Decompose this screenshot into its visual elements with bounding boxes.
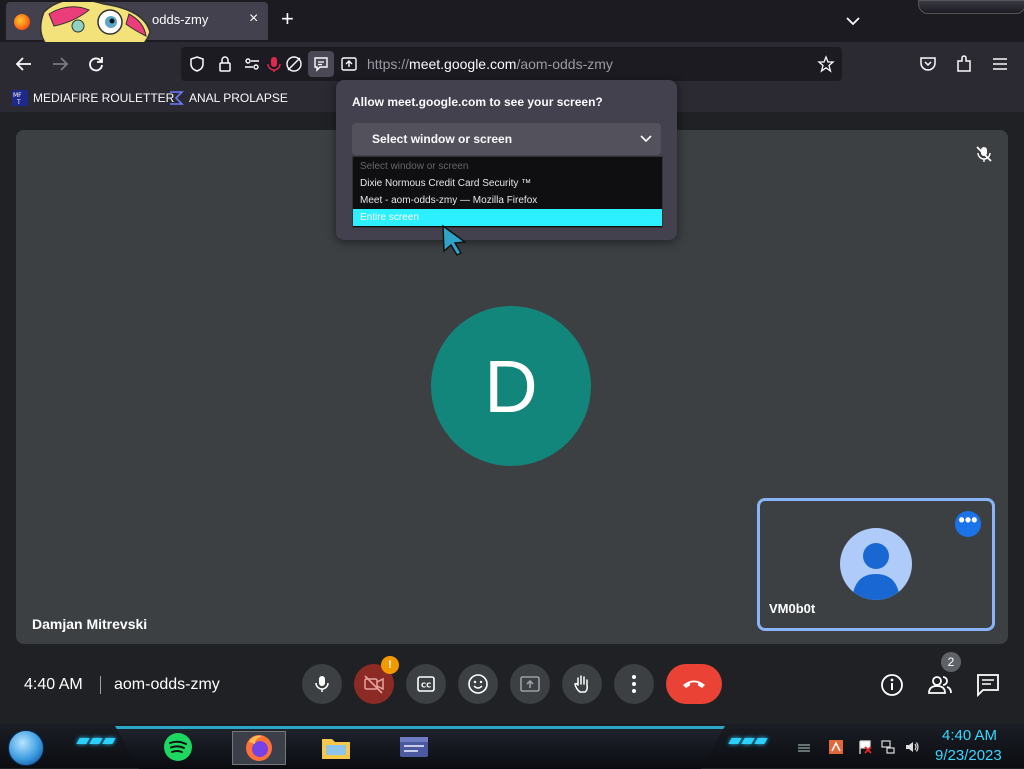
url-bar[interactable]: https://meet.google.com/aom-odds-zmy bbox=[181, 47, 842, 81]
people-icon[interactable] bbox=[927, 672, 953, 698]
back-arrow-icon[interactable] bbox=[14, 54, 34, 74]
bookmark-star-icon[interactable] bbox=[817, 55, 835, 73]
svg-text:MF: MF bbox=[13, 92, 22, 99]
clock-date[interactable]: 9/23/2023 bbox=[935, 747, 1002, 764]
screen-share-indicator[interactable] bbox=[308, 51, 334, 77]
meeting-code: aom-odds-zmy bbox=[114, 676, 220, 693]
sigma-icon bbox=[170, 91, 184, 105]
microphone-active-icon[interactable] bbox=[265, 55, 283, 73]
svg-text:CC: CC bbox=[421, 682, 431, 690]
person-icon bbox=[852, 543, 900, 600]
url-path: /aom-odds-zmy bbox=[516, 56, 613, 72]
action-center-flag-icon[interactable] bbox=[857, 739, 873, 755]
hand-icon bbox=[574, 675, 588, 693]
show-hidden-icons-icon[interactable] bbox=[796, 739, 812, 755]
bookmark-item[interactable]: ANAL PROLAPSE bbox=[168, 90, 288, 106]
extensions-icon[interactable] bbox=[954, 54, 974, 74]
firefox-favicon-icon bbox=[14, 14, 30, 30]
dropdown-option-selected[interactable]: Entire screen bbox=[353, 209, 662, 226]
lock-icon[interactable] bbox=[216, 55, 234, 73]
people-count-badge: 2 bbox=[941, 652, 961, 672]
warning-badge: ! bbox=[381, 656, 399, 674]
dropdown-option-placeholder: Select window or screen bbox=[360, 161, 469, 172]
taskbar-app-spotify[interactable] bbox=[162, 731, 194, 763]
screen-share-permission-dialog: Allow meet.google.com to see your screen… bbox=[336, 80, 677, 240]
microphone-icon bbox=[315, 676, 329, 692]
raise-hand-button[interactable] bbox=[562, 664, 602, 704]
hang-up-icon bbox=[683, 680, 705, 688]
bookmark-item[interactable]: MF T MEDIAFIRE ROULETTER bbox=[12, 90, 174, 106]
window-options-list: Select window or screen Dixie Normous Cr… bbox=[352, 156, 663, 228]
chevron-down-icon bbox=[640, 135, 652, 143]
taskbar-app-file-explorer[interactable] bbox=[320, 731, 352, 763]
avatar bbox=[840, 528, 912, 600]
firefox-icon bbox=[246, 735, 272, 761]
dropdown-label: Select window or screen bbox=[372, 132, 513, 146]
captions-button[interactable]: CC bbox=[406, 664, 446, 704]
shield-icon[interactable] bbox=[188, 55, 206, 73]
spotify-icon bbox=[164, 733, 192, 761]
participant-avatar: D bbox=[431, 306, 591, 466]
captions-icon: CC bbox=[417, 676, 435, 692]
emoji-icon bbox=[468, 674, 488, 694]
camera-off-icon bbox=[364, 675, 384, 694]
taskbar-app-firefox[interactable] bbox=[232, 731, 286, 765]
dropdown-option[interactable]: Dixie Normous Credit Card Security ™ bbox=[353, 175, 662, 192]
url-scheme: https:// bbox=[367, 56, 410, 72]
pocket-icon[interactable] bbox=[918, 54, 938, 74]
more-options-button[interactable]: ••• bbox=[955, 511, 981, 537]
dialog-title: Allow meet.google.com to see your screen… bbox=[352, 95, 603, 109]
clock-time[interactable]: 4:40 AM bbox=[942, 727, 997, 744]
microphone-button[interactable] bbox=[302, 664, 342, 704]
chevron-down-icon[interactable] bbox=[845, 14, 861, 28]
window-select-dropdown[interactable]: Select window or screen bbox=[352, 123, 661, 155]
info-icon[interactable] bbox=[879, 672, 905, 698]
taskbar-app-window[interactable] bbox=[398, 731, 430, 763]
leave-call-button[interactable] bbox=[666, 664, 722, 704]
decorative-chevrons bbox=[728, 738, 768, 752]
chat-bubble-icon bbox=[314, 57, 328, 72]
reload-icon[interactable] bbox=[86, 54, 106, 74]
decorative-chevrons bbox=[76, 738, 116, 752]
url-text: https://meet.google.com/aom-odds-zmy bbox=[367, 56, 613, 72]
bookmark-label: MEDIAFIRE ROULETTER bbox=[33, 91, 175, 105]
tab-strip: odds-zmy × + bbox=[0, 0, 1024, 62]
volume-icon[interactable] bbox=[904, 739, 920, 755]
chat-icon[interactable] bbox=[975, 672, 1001, 698]
meeting-time: 4:40 AM bbox=[24, 676, 83, 693]
participant-name: Damjan Mitrevski bbox=[32, 616, 148, 632]
more-options-button[interactable] bbox=[614, 664, 654, 704]
present-screen-icon bbox=[520, 676, 540, 692]
camera-blocked-icon[interactable] bbox=[285, 55, 303, 73]
mic-off-icon bbox=[976, 146, 992, 162]
start-button[interactable] bbox=[8, 730, 44, 766]
divider bbox=[100, 676, 101, 694]
folder-icon bbox=[322, 739, 350, 759]
os-taskbar: 4:40 AM 9/23/2023 bbox=[0, 724, 1024, 769]
tray-app-icon[interactable] bbox=[828, 739, 844, 755]
network-icon[interactable] bbox=[880, 739, 896, 755]
dropdown-option[interactable]: Meet - aom-odds-zmy — Mozilla Firefox bbox=[353, 192, 662, 209]
window-controls[interactable] bbox=[918, 0, 1024, 14]
hamburger-menu-icon[interactable] bbox=[990, 54, 1010, 74]
reactions-button[interactable] bbox=[458, 664, 498, 704]
mediafire-icon: MFT bbox=[12, 90, 28, 106]
camera-button[interactable]: ! bbox=[354, 656, 399, 704]
tab-title: odds-zmy bbox=[152, 12, 209, 27]
present-button[interactable] bbox=[510, 664, 550, 704]
url-host: meet.google.com bbox=[409, 56, 517, 72]
tab-close-icon[interactable]: × bbox=[249, 11, 258, 27]
permissions-icon[interactable] bbox=[243, 55, 261, 73]
share-screen-icon[interactable] bbox=[340, 55, 358, 73]
browser-tab[interactable]: odds-zmy × bbox=[6, 2, 268, 62]
self-participant-tile[interactable]: ••• VM0b0t bbox=[757, 498, 995, 631]
application-window-icon bbox=[400, 737, 428, 757]
mouse-cursor-icon bbox=[442, 224, 467, 256]
bookmark-label: ANAL PROLAPSE bbox=[189, 91, 288, 105]
svg-text:T: T bbox=[16, 99, 21, 106]
forward-arrow-icon[interactable] bbox=[50, 54, 70, 74]
self-participant-name: VM0b0t bbox=[769, 601, 816, 616]
more-vertical-icon bbox=[632, 675, 636, 693]
new-tab-button[interactable]: + bbox=[281, 8, 294, 30]
